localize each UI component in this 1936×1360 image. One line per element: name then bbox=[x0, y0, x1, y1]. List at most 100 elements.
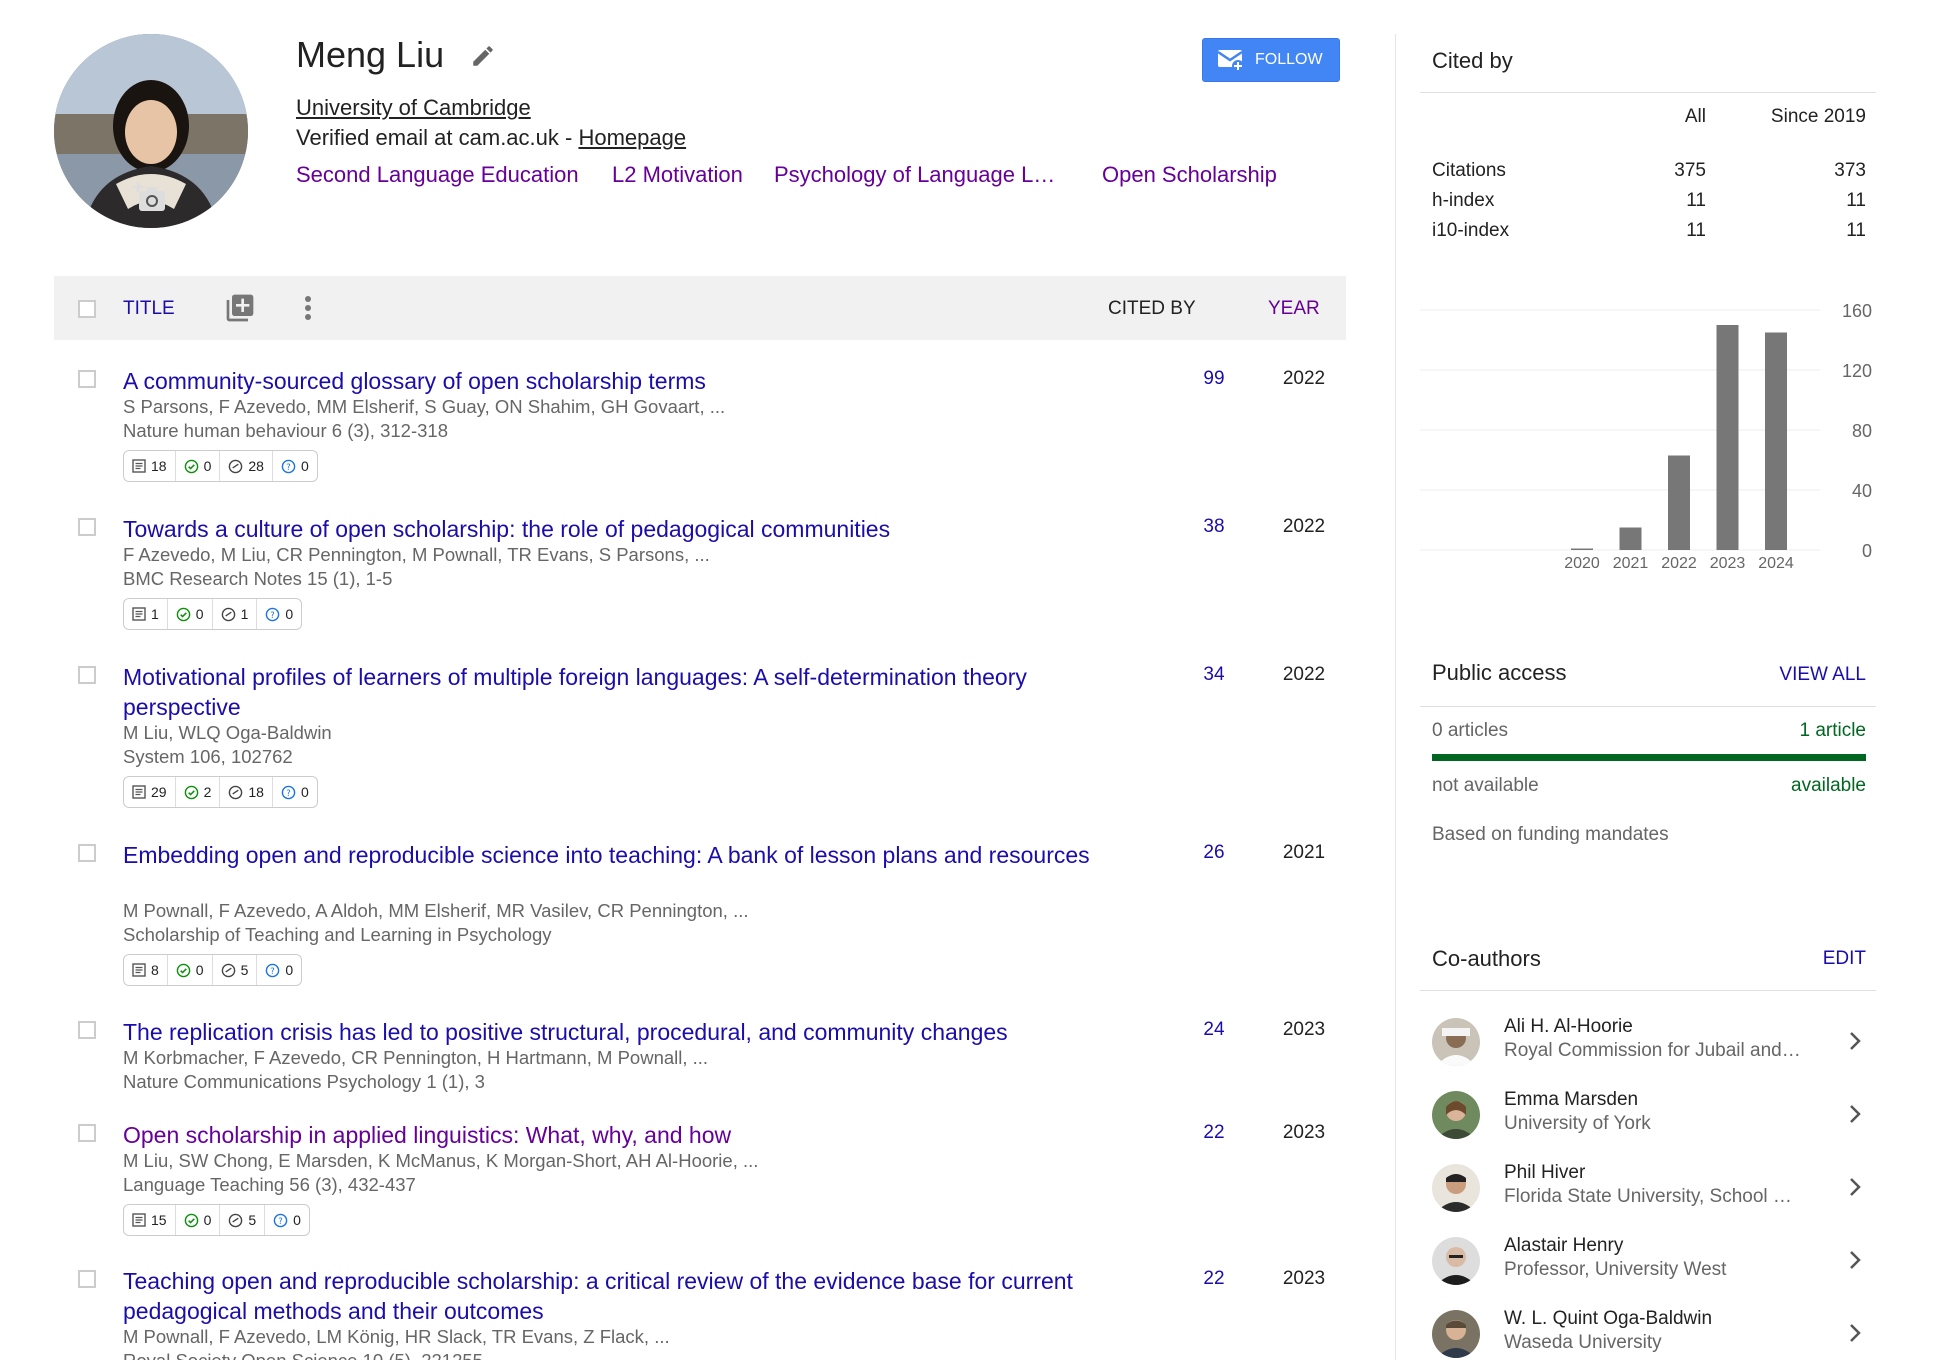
coauthor-item[interactable]: Phil Hiver Florida State University, Sch… bbox=[1432, 1162, 1876, 1222]
article-checkbox[interactable] bbox=[78, 1124, 96, 1142]
badge-count: 0 bbox=[285, 606, 294, 622]
stat-since: 11 bbox=[1846, 190, 1866, 211]
unknown-badge[interactable]: ? 0 bbox=[257, 955, 301, 985]
badge-count: 1 bbox=[151, 606, 159, 622]
coauthor-affiliation: Royal Commission for Jubail and… bbox=[1504, 1040, 1801, 1061]
cited-by-count[interactable]: 24 bbox=[1174, 1019, 1254, 1041]
versions-badge[interactable]: 8 bbox=[124, 955, 168, 985]
y-tick-label: 120 bbox=[1842, 361, 1872, 381]
add-photo-icon[interactable] bbox=[133, 182, 167, 214]
divider bbox=[1420, 706, 1876, 707]
coauthor-item[interactable]: Alastair Henry Professor, University Wes… bbox=[1432, 1235, 1876, 1295]
article-venue: Scholarship of Teaching and Learning in … bbox=[123, 924, 552, 945]
unknown-badge[interactable]: ? 0 bbox=[273, 451, 317, 481]
check-circle-green-icon bbox=[184, 1213, 198, 1227]
pa-right-count[interactable]: 1 article bbox=[1799, 720, 1866, 742]
coauthor-item[interactable]: Ali H. Al-Hoorie Royal Commission for Ju… bbox=[1432, 1016, 1876, 1076]
badge-count: 0 bbox=[203, 1212, 212, 1228]
article-title[interactable]: A community-sourced glossary of open sch… bbox=[123, 366, 1133, 396]
article-checkbox[interactable] bbox=[78, 666, 96, 684]
versions-badge[interactable]: 18 bbox=[124, 451, 176, 481]
not-required-badge[interactable]: 5 bbox=[213, 955, 258, 985]
available-badge[interactable]: 2 bbox=[176, 777, 221, 807]
article-title[interactable]: Motivational profiles of learners of mul… bbox=[123, 662, 1133, 722]
chart-bar[interactable] bbox=[1571, 548, 1593, 551]
not-required-badge[interactable]: 1 bbox=[213, 599, 258, 629]
versions-badge[interactable]: 29 bbox=[124, 777, 176, 807]
check-circle-green-icon bbox=[176, 607, 191, 621]
versions-badge[interactable]: 1 bbox=[124, 599, 168, 629]
access-badges: 29 2 18 ? 0 bbox=[123, 776, 318, 808]
available-badge[interactable]: 0 bbox=[176, 451, 221, 481]
badge-count: 28 bbox=[248, 458, 264, 474]
article-checkbox[interactable] bbox=[78, 1021, 96, 1039]
cited-by-count[interactable]: 22 bbox=[1174, 1268, 1254, 1290]
badge-count: 18 bbox=[248, 784, 264, 800]
col-all: All bbox=[1684, 106, 1706, 127]
not-required-badge[interactable]: 5 bbox=[220, 1205, 266, 1235]
svg-text:?: ? bbox=[286, 461, 290, 471]
badge-count: 0 bbox=[293, 1212, 301, 1228]
chart-bar[interactable] bbox=[1716, 325, 1739, 550]
pa-left-count[interactable]: 0 articles bbox=[1432, 720, 1508, 742]
article-title[interactable]: Teaching open and reproducible scholarsh… bbox=[123, 1266, 1133, 1326]
pencil-icon[interactable] bbox=[470, 43, 496, 69]
available-badge[interactable]: 0 bbox=[176, 1205, 221, 1235]
affiliation-link[interactable]: University of Cambridge bbox=[296, 95, 531, 120]
article-title[interactable]: Open scholarship in applied linguistics:… bbox=[123, 1120, 1133, 1150]
coauthor-item[interactable]: W. L. Quint Oga-Baldwin Waseda Universit… bbox=[1432, 1308, 1876, 1360]
more-vert-icon[interactable] bbox=[302, 292, 314, 324]
chart-bar[interactable] bbox=[1668, 455, 1690, 551]
follow-button[interactable]: FOLLOW bbox=[1202, 38, 1340, 82]
unknown-badge[interactable]: ? 0 bbox=[265, 1205, 309, 1235]
view-all-link[interactable]: VIEW ALL bbox=[1779, 664, 1866, 686]
cited-by-count[interactable]: 22 bbox=[1174, 1122, 1254, 1144]
public-access-title: Public access bbox=[1432, 660, 1567, 685]
unknown-badge[interactable]: ? 0 bbox=[257, 599, 301, 629]
article-year: 2023 bbox=[1282, 1268, 1326, 1289]
interest-link[interactable]: L2 Motivation bbox=[612, 162, 743, 188]
cited-by-count[interactable]: 34 bbox=[1174, 664, 1254, 686]
sort-by-year[interactable]: YEAR bbox=[1268, 298, 1320, 320]
chevron-right-icon bbox=[1850, 1032, 1861, 1050]
interest-link[interactable]: Second Language Education bbox=[296, 162, 579, 188]
article-title[interactable]: Embedding open and reproducible science … bbox=[123, 840, 1133, 870]
interest-link[interactable]: Psychology of Language L… bbox=[774, 162, 1055, 188]
coauthor-name: Alastair Henry bbox=[1504, 1235, 1624, 1256]
cited-by-count[interactable]: 26 bbox=[1174, 842, 1254, 864]
chart-bar[interactable] bbox=[1765, 332, 1787, 551]
stats-row: h-index 11 11 bbox=[1432, 190, 1866, 218]
badge-count: 0 bbox=[195, 962, 204, 978]
cited-by-count[interactable]: 99 bbox=[1174, 368, 1254, 390]
chart-bar[interactable] bbox=[1619, 527, 1642, 551]
coauthor-item[interactable]: Emma Marsden University of York bbox=[1432, 1089, 1876, 1149]
unknown-badge[interactable]: ? 0 bbox=[273, 777, 317, 807]
profile-name: Meng Liu bbox=[296, 34, 445, 75]
sort-by-title[interactable]: TITLE bbox=[123, 298, 175, 320]
edit-coauthors-link[interactable]: EDIT bbox=[1823, 948, 1866, 970]
document-icon bbox=[132, 963, 146, 977]
cited-by-count[interactable]: 38 bbox=[1174, 516, 1254, 538]
homepage-link[interactable]: Homepage bbox=[578, 125, 686, 150]
article-title[interactable]: The replication crisis has led to positi… bbox=[123, 1017, 1133, 1047]
x-tick-label: 2021 bbox=[1613, 555, 1649, 572]
not-required-badge[interactable]: 28 bbox=[220, 451, 273, 481]
interest-link[interactable]: Open Scholarship bbox=[1102, 162, 1277, 188]
versions-badge[interactable]: 15 bbox=[124, 1205, 176, 1235]
article-checkbox[interactable] bbox=[78, 844, 96, 862]
avatar bbox=[1432, 1310, 1480, 1358]
pa-right-label: available bbox=[1791, 775, 1866, 796]
article-authors: F Azevedo, M Liu, CR Pennington, M Powna… bbox=[123, 544, 710, 565]
not-required-badge[interactable]: 18 bbox=[220, 777, 273, 807]
coauthor-name: Ali H. Al-Hoorie bbox=[1504, 1016, 1633, 1037]
article-checkbox[interactable] bbox=[78, 370, 96, 388]
article-checkbox[interactable] bbox=[78, 518, 96, 536]
available-badge[interactable]: 0 bbox=[168, 599, 213, 629]
add-article-icon[interactable] bbox=[224, 292, 256, 324]
select-all-checkbox[interactable] bbox=[78, 300, 96, 318]
article-authors: M Pownall, F Azevedo, LM König, HR Slack… bbox=[123, 1326, 670, 1347]
available-badge[interactable]: 0 bbox=[168, 955, 213, 985]
x-tick-label: 2024 bbox=[1758, 555, 1794, 572]
article-title[interactable]: Towards a culture of open scholarship: t… bbox=[123, 514, 1133, 544]
article-checkbox[interactable] bbox=[78, 1270, 96, 1288]
